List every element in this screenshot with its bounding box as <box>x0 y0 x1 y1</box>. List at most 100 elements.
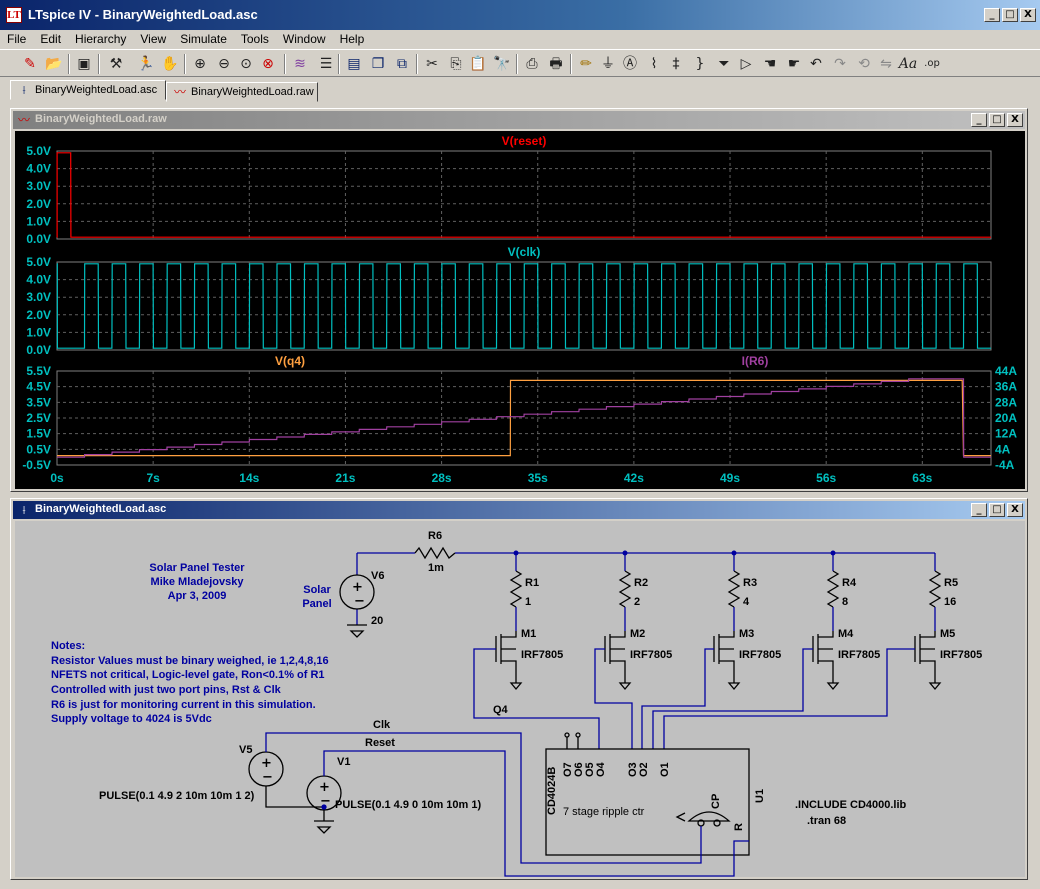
spice-directive[interactable]: .tran 68 <box>807 815 846 827</box>
r2-name: R2 <box>634 577 648 589</box>
control-panel-icon[interactable]: ⚒ <box>106 54 126 74</box>
r4-value: 8 <box>842 596 848 608</box>
waveform-window-title-bar: 〰 BinaryWeightedLoad.raw _ □ X <box>13 111 1025 129</box>
minimize-button[interactable]: _ <box>984 8 1000 22</box>
copy-icon[interactable]: ⎘ <box>446 54 466 74</box>
y2-tick-label: 12A <box>995 427 1017 441</box>
ltspice-logo-icon: LT <box>6 7 22 23</box>
halt-icon[interactable]: ✋ <box>160 54 180 74</box>
menu-simulate[interactable]: Simulate <box>173 30 234 48</box>
inductor-icon[interactable]: } <box>690 54 710 74</box>
plot-close-button[interactable]: X <box>1007 113 1023 127</box>
y-tick-label: 5.0V <box>26 255 51 269</box>
close-button[interactable]: X <box>1020 8 1036 22</box>
document-tabs: ⟊ BinaryWeightedLoad.asc 〰 BinaryWeighte… <box>0 80 1040 102</box>
y2-tick-label: 28A <box>995 395 1017 409</box>
zoom-cancel-icon[interactable]: ⊗ <box>258 54 278 74</box>
print-preview-icon[interactable]: ⎙ <box>522 54 542 74</box>
note-line: R6 is just for monitoring current in thi… <box>51 699 316 711</box>
m2-name: M2 <box>630 628 645 640</box>
text-icon[interactable]: Aa <box>898 54 918 74</box>
tab-waveform-label: BinaryWeightedLoad.raw <box>191 86 314 98</box>
net-q4-label: Q4 <box>493 704 509 716</box>
open-icon[interactable]: 📂 <box>44 54 64 74</box>
schematic-canvas[interactable]: + − + − + − Solar Panel Tester Mike Mladejo… <box>15 521 1025 877</box>
x-tick-label: 35s <box>528 471 548 485</box>
plot-pane-frame <box>56 150 992 240</box>
cascade-icon[interactable]: ❐ <box>368 54 388 74</box>
tab-waveform[interactable]: 〰 BinaryWeightedLoad.raw <box>166 82 318 102</box>
menu-hierarchy[interactable]: Hierarchy <box>68 30 133 48</box>
wire-icon[interactable]: ✏ <box>576 54 596 74</box>
autoscale-icon[interactable]: ≋ <box>290 54 310 74</box>
menu-help[interactable]: Help <box>333 30 372 48</box>
y-tick-label: 4.0V <box>26 273 51 287</box>
schematic-close-button[interactable]: X <box>1007 503 1023 517</box>
resistor-icon[interactable]: ⌇ <box>644 54 664 74</box>
zoom-fit-icon[interactable]: ⊙ <box>236 54 256 74</box>
r3-value: 4 <box>743 596 750 608</box>
maximize-button[interactable]: □ <box>1002 8 1018 22</box>
menu-view[interactable]: View <box>133 30 173 48</box>
toolbar: ✎ 📂 ▣ ⚒ 🏃 ✋ ⊕ ⊖ ⊙ ⊗ ≋ ☰ ▤ ❐ ⧉ ✂ ⎘ 📋 🔭 ⎙ … <box>0 49 1040 77</box>
run-icon[interactable]: 🏃 <box>136 54 156 74</box>
r4-name: R4 <box>842 577 857 589</box>
find-icon[interactable]: 🔭 <box>492 54 512 74</box>
plot-minimize-button[interactable]: _ <box>971 113 987 127</box>
redo-icon[interactable]: ↷ <box>830 54 850 74</box>
tile-horizontal-icon[interactable]: ☰ <box>316 54 336 74</box>
schematic-maximize-button[interactable]: □ <box>989 503 1005 517</box>
schematic-icon: ⟊ <box>22 83 26 97</box>
ground-icon[interactable]: ⏚ <box>598 54 618 74</box>
move-icon[interactable]: ☚ <box>760 54 780 74</box>
y-tick-label: 1.0V <box>26 214 51 228</box>
r3-name: R3 <box>743 577 757 589</box>
note-line: Notes: <box>51 640 85 652</box>
note-line: Resistor Values must be binary weighed, … <box>51 655 329 667</box>
u1-pin-label: O2 <box>638 762 650 777</box>
undo-icon[interactable]: ↶ <box>806 54 826 74</box>
drag-icon[interactable]: ☛ <box>784 54 804 74</box>
y-tick-label: 0.0V <box>26 343 51 357</box>
print-icon[interactable]: 🖶 <box>546 54 566 74</box>
y2-tick-label: 20A <box>995 411 1017 425</box>
menu-file[interactable]: File <box>0 30 33 48</box>
menu-window[interactable]: Window <box>276 30 333 48</box>
y-tick-label: 1.0V <box>26 325 51 339</box>
u1-cp-pin: CP <box>710 794 722 809</box>
close-window-icon[interactable]: ⧉ <box>392 54 412 74</box>
cut-icon[interactable]: ✂ <box>422 54 442 74</box>
u1-part: CD4024B <box>546 767 558 815</box>
new-schematic-icon[interactable]: ✎ <box>20 54 40 74</box>
spice-directive[interactable]: .INCLUDE CD4000.lib <box>795 799 907 811</box>
tile-vertical-icon[interactable]: ▤ <box>344 54 364 74</box>
svg-text:+: + <box>352 580 363 595</box>
schematic-minimize-button[interactable]: _ <box>971 503 987 517</box>
paste-icon[interactable]: 📋 <box>468 54 488 74</box>
notes-title-line: Apr 3, 2009 <box>168 590 227 602</box>
menu-edit[interactable]: Edit <box>33 30 68 48</box>
component-icon[interactable]: ▷ <box>736 54 756 74</box>
svg-text:−: − <box>354 594 365 609</box>
plot-maximize-button[interactable]: □ <box>989 113 1005 127</box>
svg-text:−: − <box>320 794 331 809</box>
mirror-icon[interactable]: ⇋ <box>876 54 896 74</box>
waveform-plot-area[interactable]: 5.0V 4.0V 3.0V 2.0V 1.0V 0.0V V(reset) 5.0V 4.0V… <box>15 131 1025 489</box>
rotate-icon[interactable]: ⟲ <box>854 54 874 74</box>
tab-schematic[interactable]: ⟊ BinaryWeightedLoad.asc <box>10 80 166 100</box>
schematic-window: ⟊ BinaryWeightedLoad.asc _ □ X + − + − +… <box>10 498 1028 880</box>
x-tick-label: 49s <box>720 471 740 485</box>
v1-value: PULSE(0.1 4.9 0 10m 10m 1) <box>335 799 481 811</box>
note-line: NFETS not critical, Logic-level gate, Ro… <box>51 669 325 681</box>
schematic-icon: ⟊ <box>22 503 26 517</box>
diode-icon[interactable]: ⏷ <box>714 54 734 74</box>
y2-tick-label: -4A <box>995 458 1015 472</box>
save-icon[interactable]: ▣ <box>74 54 94 74</box>
zoom-in-icon[interactable]: ⊕ <box>190 54 210 74</box>
menu-tools[interactable]: Tools <box>234 30 276 48</box>
label-icon[interactable]: Ⓐ <box>620 54 640 74</box>
spice-directive-icon[interactable]: .op <box>922 54 942 74</box>
capacitor-icon[interactable]: ‡ <box>666 54 686 74</box>
zoom-out-icon[interactable]: ⊖ <box>214 54 234 74</box>
solar-label: Panel <box>302 598 331 610</box>
